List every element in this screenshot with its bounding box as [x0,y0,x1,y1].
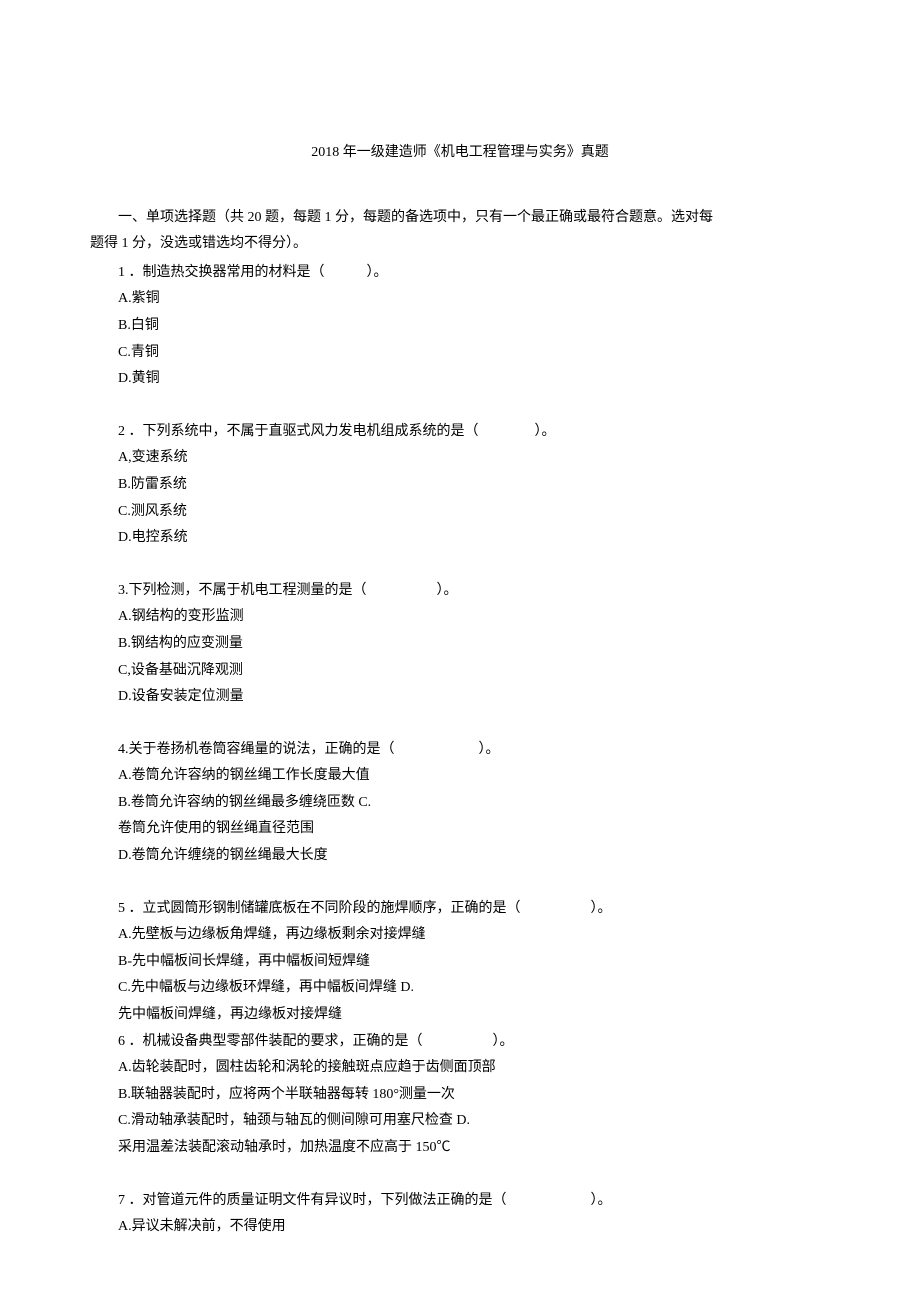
option-d-text: 采用温差法装配滚动轴承时，加热温度不应高于 150℃ [90,1135,830,1162]
option-a: A.齿轮装配时，圆柱齿轮和涡轮的接触斑点应趋于齿侧面顶部 [90,1055,830,1082]
option-d: D.电控系统 [90,525,830,552]
option-b: B.钢结构的应变测量 [90,631,830,658]
option-b: B.防雷系统 [90,472,830,499]
question-text: 7 ．对管道元件的质量证明文件有异议时，下列做法正确的是（ ）。 [90,1188,830,1215]
question-text: 5 ．立式圆筒形钢制储罐底板在不同阶段的施焊顺序，正确的是（ ）。 [90,896,830,923]
option-d: D.设备安装定位测量 [90,684,830,711]
question-text: 2 ．下列系统中，不属于直驱式风力发电机组成系统的是（ ）。 [90,419,830,446]
option-d-text: 先中幅板间焊缝，再边缘板对接焊缝 [90,1002,830,1029]
option-a: A.卷筒允许容纳的钢丝绳工作长度最大值 [90,763,830,790]
option-c: C.测风系统 [90,499,830,526]
option-a: A,变速系统 [90,445,830,472]
question-3: 3.下列检测，不属于机电工程测量的是（ ）。 A.钢结构的变形监测 B.钢结构的… [90,578,830,711]
question-text: 4.关于卷扬机卷筒容绳量的说法，正确的是（ ）。 [90,737,830,764]
option-b: B.白铜 [90,313,830,340]
option-c-text: 卷筒允许使用的钢丝绳直径范围 [90,816,830,843]
question-text: 3.下列检测，不属于机电工程测量的是（ ）。 [90,578,830,605]
option-d: D.黄铜 [90,366,830,393]
option-a: A.异议未解决前，不得使用 [90,1214,830,1241]
option-c: C.青铜 [90,340,830,367]
option-d: D.卷筒允许缠绕的钢丝绳最大长度 [90,843,830,870]
option-b: B.联轴器装配时，应将两个半联轴器每转 180°测量一次 [90,1082,830,1109]
page-title: 2018 年一级建造师《机电工程管理与实务》真题 [90,140,830,167]
option-a: A.紫铜 [90,286,830,313]
question-6: 6 ．机械设备典型零部件装配的要求，正确的是（ ）。 A.齿轮装配时，圆柱齿轮和… [90,1029,830,1162]
question-text: 6 ．机械设备典型零部件装配的要求，正确的是（ ）。 [90,1029,830,1056]
question-7: 7 ．对管道元件的质量证明文件有异议时，下列做法正确的是（ ）。 A.异议未解决… [90,1188,830,1241]
option-c: C.先中幅板与边缘板环焊缝，再中幅板间焊缝 D. [90,975,830,1002]
option-b: B-先中幅板间长焊缝，再中幅板间短焊缝 [90,949,830,976]
question-4: 4.关于卷扬机卷筒容绳量的说法，正确的是（ ）。 A.卷筒允许容纳的钢丝绳工作长… [90,737,830,870]
option-a: A.先壁板与边缘板角焊缝，再边缘板剩余对接焊缝 [90,922,830,949]
option-c: C.滑动轴承装配时，轴颈与轴瓦的侧间隙可用塞尺检查 D. [90,1108,830,1135]
option-c: C,设备基础沉降观测 [90,658,830,685]
question-1: 1 ．制造热交换器常用的材料是（ ）。 A.紫铜 B.白铜 C.青铜 D.黄铜 [90,260,830,393]
question-2: 2 ．下列系统中，不属于直驱式风力发电机组成系统的是（ ）。 A,变速系统 B.… [90,419,830,552]
question-text: 1 ．制造热交换器常用的材料是（ ）。 [90,260,830,287]
section-header-line1: 一、单项选择题（共 20 题，每题 1 分，每题的备选项中，只有一个最正确或最符… [90,205,830,232]
option-a: A.钢结构的变形监测 [90,604,830,631]
section-header-line2: 题得 1 分，没选或错选均不得分）。 [90,231,830,258]
option-b: B.卷筒允许容纳的钢丝绳最多缠绕匝数 C. [90,790,830,817]
question-5: 5 ．立式圆筒形钢制储罐底板在不同阶段的施焊顺序，正确的是（ ）。 A.先壁板与… [90,896,830,1029]
